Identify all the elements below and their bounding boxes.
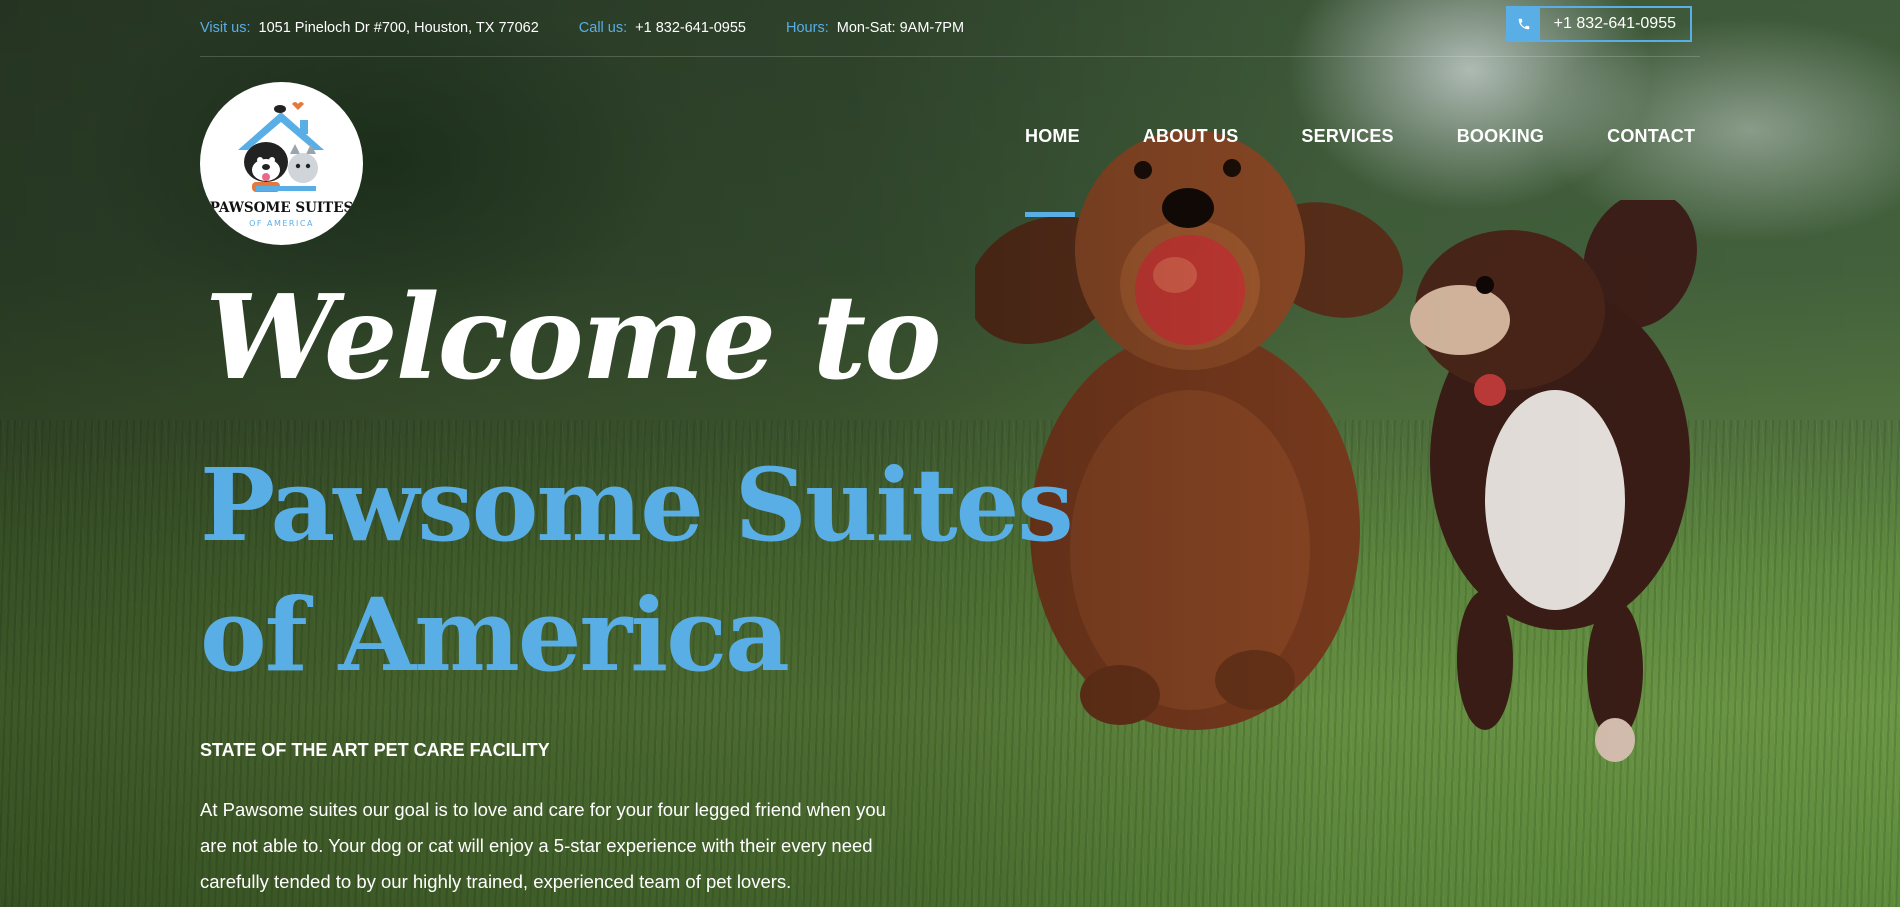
- phone-icon: [1507, 8, 1540, 40]
- hero-description: At Pawsome suites our goal is to love an…: [200, 799, 886, 892]
- nav-about-us[interactable]: ABOUT US: [1143, 126, 1239, 147]
- call-label: Call us:: [578, 20, 628, 36]
- nav-contact[interactable]: CONTACT: [1607, 126, 1695, 147]
- nav-services[interactable]: SERVICES: [1301, 126, 1393, 147]
- logo-text: PAWSOME SUITES: [210, 200, 354, 216]
- hero-title-welcome: Welcome to: [205, 270, 942, 406]
- main-nav: HOME ABOUT US SERVICES BOOKING CONTACT: [1025, 126, 1695, 217]
- call-info: Call us: +1 832-641-0955: [579, 20, 746, 36]
- hours-value: Mon-Sat: 9AM-7PM: [836, 20, 965, 36]
- hours-label: Hours:: [786, 20, 829, 36]
- nav-booking[interactable]: BOOKING: [1457, 126, 1544, 147]
- phone-button[interactable]: +1 832-641-0955: [1505, 6, 1692, 42]
- logo-graphic: PAWSOME SUITES OF AMERICA: [210, 102, 354, 228]
- top-info-bar: Visit us: 1051 Pineloch Dr #700, Houston…: [200, 0, 1700, 57]
- logo-subtext: OF AMERICA: [249, 219, 314, 228]
- site-logo[interactable]: PAWSOME SUITES OF AMERICA: [200, 82, 363, 245]
- visit-label: Visit us:: [200, 20, 251, 36]
- nav-home[interactable]: HOME: [1025, 126, 1080, 217]
- hero-tagline: STATE OF THE ART PET CARE FACILITY: [200, 740, 550, 760]
- hero-title-brand: Pawsome Suites of America: [200, 446, 1074, 694]
- visit-address: 1051 Pineloch Dr #700, Houston, TX 77062: [258, 20, 539, 36]
- visit-info: Visit us: 1051 Pineloch Dr #700, Houston…: [200, 20, 539, 36]
- call-number[interactable]: +1 832-641-0955: [635, 20, 746, 36]
- hours-info: Hours: Mon-Sat: 9AM-7PM: [786, 20, 964, 36]
- phone-button-label: +1 832-641-0955: [1553, 15, 1676, 32]
